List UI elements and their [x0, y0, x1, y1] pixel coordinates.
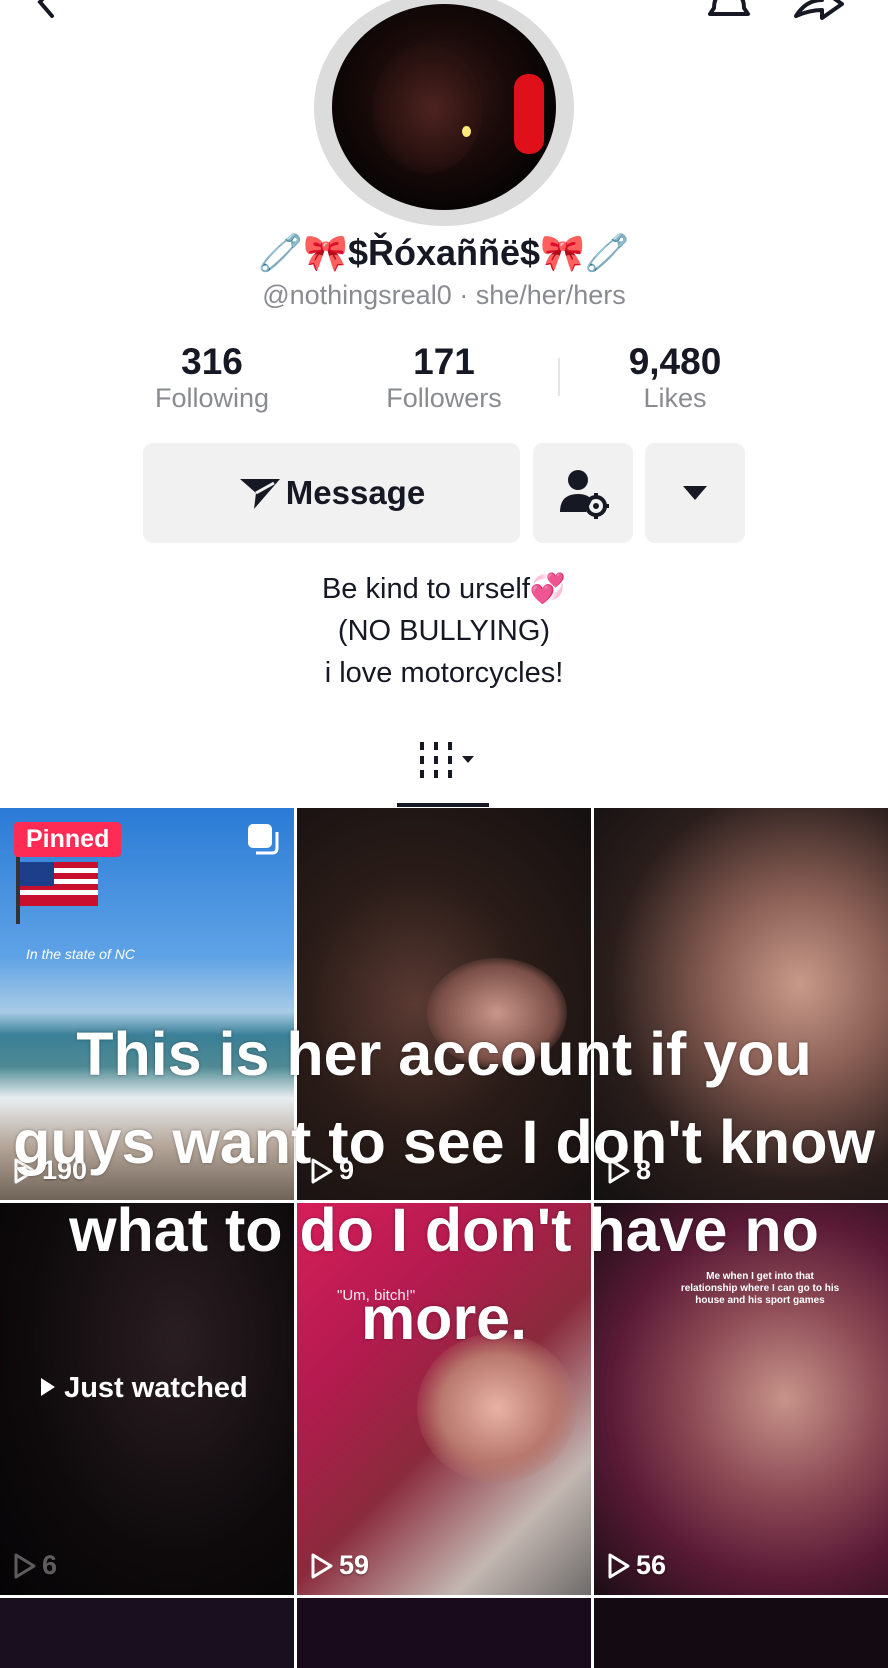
stat-following[interactable]: 316 Following [102, 342, 322, 414]
video-tile-9[interactable] [594, 1598, 888, 1668]
overlay-caption: This is her account if you guys want to … [13, 1020, 875, 1352]
tab-underline [397, 803, 489, 807]
following-count: 316 [181, 341, 243, 382]
share-icon[interactable] [792, 0, 846, 22]
bio-line-2: (NO BULLYING) [337, 615, 551, 647]
play-icon [608, 1553, 630, 1578]
pinned-badge: Pinned [14, 822, 122, 857]
stat-likes: 9,480 Likes [565, 342, 785, 414]
view-count: 6 [14, 1550, 57, 1581]
bio-line-1: Be kind to urself💞 [321, 573, 567, 605]
video-caption: In the state of NC [26, 946, 135, 962]
multi-post-icon [248, 824, 279, 855]
bio-line-3: i love motorcycles! [324, 657, 564, 689]
view-count: 56 [608, 1550, 666, 1581]
username-pronouns: @nothingsreal0 · she/her/hers [262, 280, 626, 310]
friend-settings-icon [560, 470, 609, 519]
message-label: Message [285, 474, 426, 511]
play-icon [41, 1378, 55, 1396]
back-icon[interactable] [30, 0, 62, 18]
grid-icon[interactable] [418, 738, 478, 784]
followers-count: 171 [413, 341, 475, 382]
view-count-value: 59 [339, 1550, 370, 1580]
avatar[interactable] [332, 4, 556, 210]
view-count-value: 6 [42, 1550, 58, 1580]
view-count: 59 [311, 1550, 369, 1581]
message-button[interactable]: Message [143, 443, 520, 543]
just-watched-label: Just watched [40, 1372, 248, 1405]
video-tile-7[interactable] [0, 1598, 294, 1668]
likes-label: Likes [643, 383, 707, 413]
following-label: Following [154, 383, 270, 413]
likes-count: 9,480 [628, 341, 722, 382]
play-icon [311, 1553, 333, 1578]
send-icon [239, 479, 280, 509]
stat-divider [558, 358, 560, 396]
display-name: 🧷🎀$Řóxaññë$🎀🧷 [258, 232, 630, 273]
stat-followers[interactable]: 171 Followers [334, 342, 554, 414]
followers-label: Followers [386, 383, 502, 413]
friend-options-button[interactable] [533, 443, 633, 543]
dropdown-icon [683, 486, 707, 500]
bell-icon[interactable] [706, 0, 752, 22]
video-tile-8[interactable] [297, 1598, 591, 1668]
play-icon [14, 1553, 36, 1578]
view-count-value: 56 [636, 1550, 667, 1580]
more-options-button[interactable] [645, 443, 745, 543]
